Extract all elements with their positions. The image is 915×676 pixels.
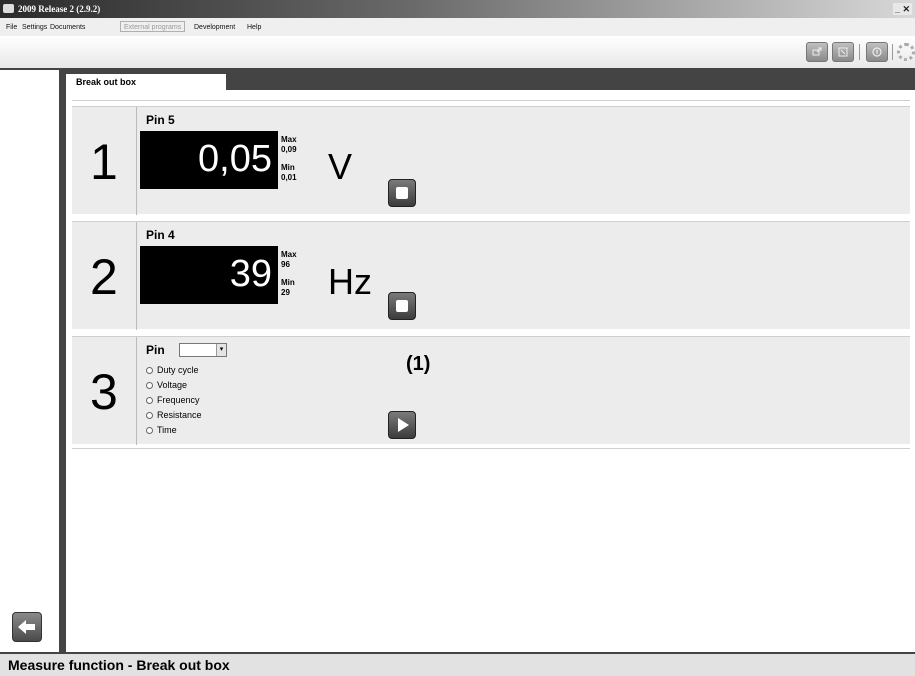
radio-label: Duty cycle xyxy=(157,365,199,375)
channel-number: 3 xyxy=(90,364,118,420)
unit-label: Hz xyxy=(328,261,372,302)
status-text: Measure function - Break out box xyxy=(8,657,230,673)
min-label: Min xyxy=(281,278,295,287)
max-label: Max xyxy=(281,250,297,259)
window-title: 2009 Release 2 (2.9.2) xyxy=(18,4,101,14)
menu-external-programs: External programs xyxy=(120,21,186,32)
value-display: 0,05 xyxy=(140,131,278,189)
menu-development[interactable]: Development xyxy=(194,22,235,33)
radio-icon xyxy=(146,412,153,419)
pin-label: Pin xyxy=(146,343,165,357)
channel-number: 1 xyxy=(90,134,118,190)
menu-bar: File Settings Documents External program… xyxy=(0,18,915,36)
pin-select[interactable]: ▾ xyxy=(179,343,227,357)
radio-voltage[interactable]: Voltage xyxy=(146,380,187,391)
channel-number: 2 xyxy=(90,249,118,305)
menu-documents[interactable]: Documents xyxy=(50,22,85,33)
value-display: 39 xyxy=(140,246,278,304)
export-button[interactable] xyxy=(806,42,828,62)
radio-icon xyxy=(146,382,153,389)
stop-icon xyxy=(396,300,408,312)
panel-divider xyxy=(136,337,137,445)
panel-bottom-rule xyxy=(72,448,910,449)
app-icon xyxy=(3,4,14,13)
max-value: 0,09 xyxy=(281,145,297,154)
tab-label: Break out box xyxy=(76,77,137,87)
max-value: 96 xyxy=(281,260,290,269)
pin-label: Pin 4 xyxy=(146,228,175,242)
chevron-down-icon[interactable]: ▾ xyxy=(216,344,226,356)
info-icon xyxy=(872,47,882,57)
radio-icon xyxy=(146,427,153,434)
radio-label: Voltage xyxy=(157,380,188,390)
callout-label: (1) xyxy=(406,353,431,375)
radio-label: Time xyxy=(157,425,177,435)
tab-strip xyxy=(226,74,915,90)
stop-icon xyxy=(396,187,408,199)
tab-underline xyxy=(72,100,910,101)
play-icon xyxy=(398,418,409,432)
radio-label: Resistance xyxy=(157,410,202,420)
toolbar xyxy=(0,36,915,68)
tools-button[interactable] xyxy=(832,42,854,62)
min-label: Min xyxy=(281,163,295,172)
channel-panel-3: 3 Pin ▾ Duty cycle Voltage Frequency Res… xyxy=(72,336,910,445)
measured-value: 39 xyxy=(229,253,272,295)
spinner-icon xyxy=(897,43,915,61)
panel-divider xyxy=(136,107,137,215)
stop-button[interactable] xyxy=(388,179,416,207)
radio-icon xyxy=(146,367,153,374)
tools-icon xyxy=(838,47,848,57)
radio-time[interactable]: Time xyxy=(146,425,177,436)
min-value: 29 xyxy=(281,288,290,297)
panel-divider xyxy=(136,222,137,330)
title-bar: 2009 Release 2 (2.9.2) _ ✕ xyxy=(0,0,915,18)
radio-label: Frequency xyxy=(157,395,200,405)
radio-frequency[interactable]: Frequency xyxy=(146,395,200,406)
toolbar-separator xyxy=(892,44,893,60)
channel-panel-2: 2 Pin 4 39 Max 96 Min 29 Hz xyxy=(72,221,910,330)
radio-duty-cycle[interactable]: Duty cycle xyxy=(146,365,199,376)
menu-help[interactable]: Help xyxy=(247,22,261,33)
min-value: 0,01 xyxy=(281,173,297,182)
back-button[interactable] xyxy=(12,612,42,642)
status-bar: Measure function - Break out box xyxy=(0,654,915,676)
back-arrow-icon xyxy=(18,620,35,634)
menu-file[interactable]: File xyxy=(6,22,17,33)
max-label: Max xyxy=(281,135,297,144)
window-controls[interactable]: _ ✕ xyxy=(892,3,912,15)
menu-settings[interactable]: Settings xyxy=(22,22,47,33)
channel-panel-1: 1 Pin 5 0,05 Max 0,09 Min 0,01 V xyxy=(72,106,910,215)
radio-icon xyxy=(146,397,153,404)
info-button[interactable] xyxy=(866,42,888,62)
unit-label: V xyxy=(328,146,353,187)
toolbar-separator xyxy=(859,44,860,60)
export-icon xyxy=(812,47,822,56)
radio-resistance[interactable]: Resistance xyxy=(146,410,202,421)
measured-value: 0,05 xyxy=(198,138,272,180)
sidebar xyxy=(0,70,59,652)
pin-label: Pin 5 xyxy=(146,113,175,127)
stop-button[interactable] xyxy=(388,292,416,320)
play-button[interactable] xyxy=(388,411,416,439)
